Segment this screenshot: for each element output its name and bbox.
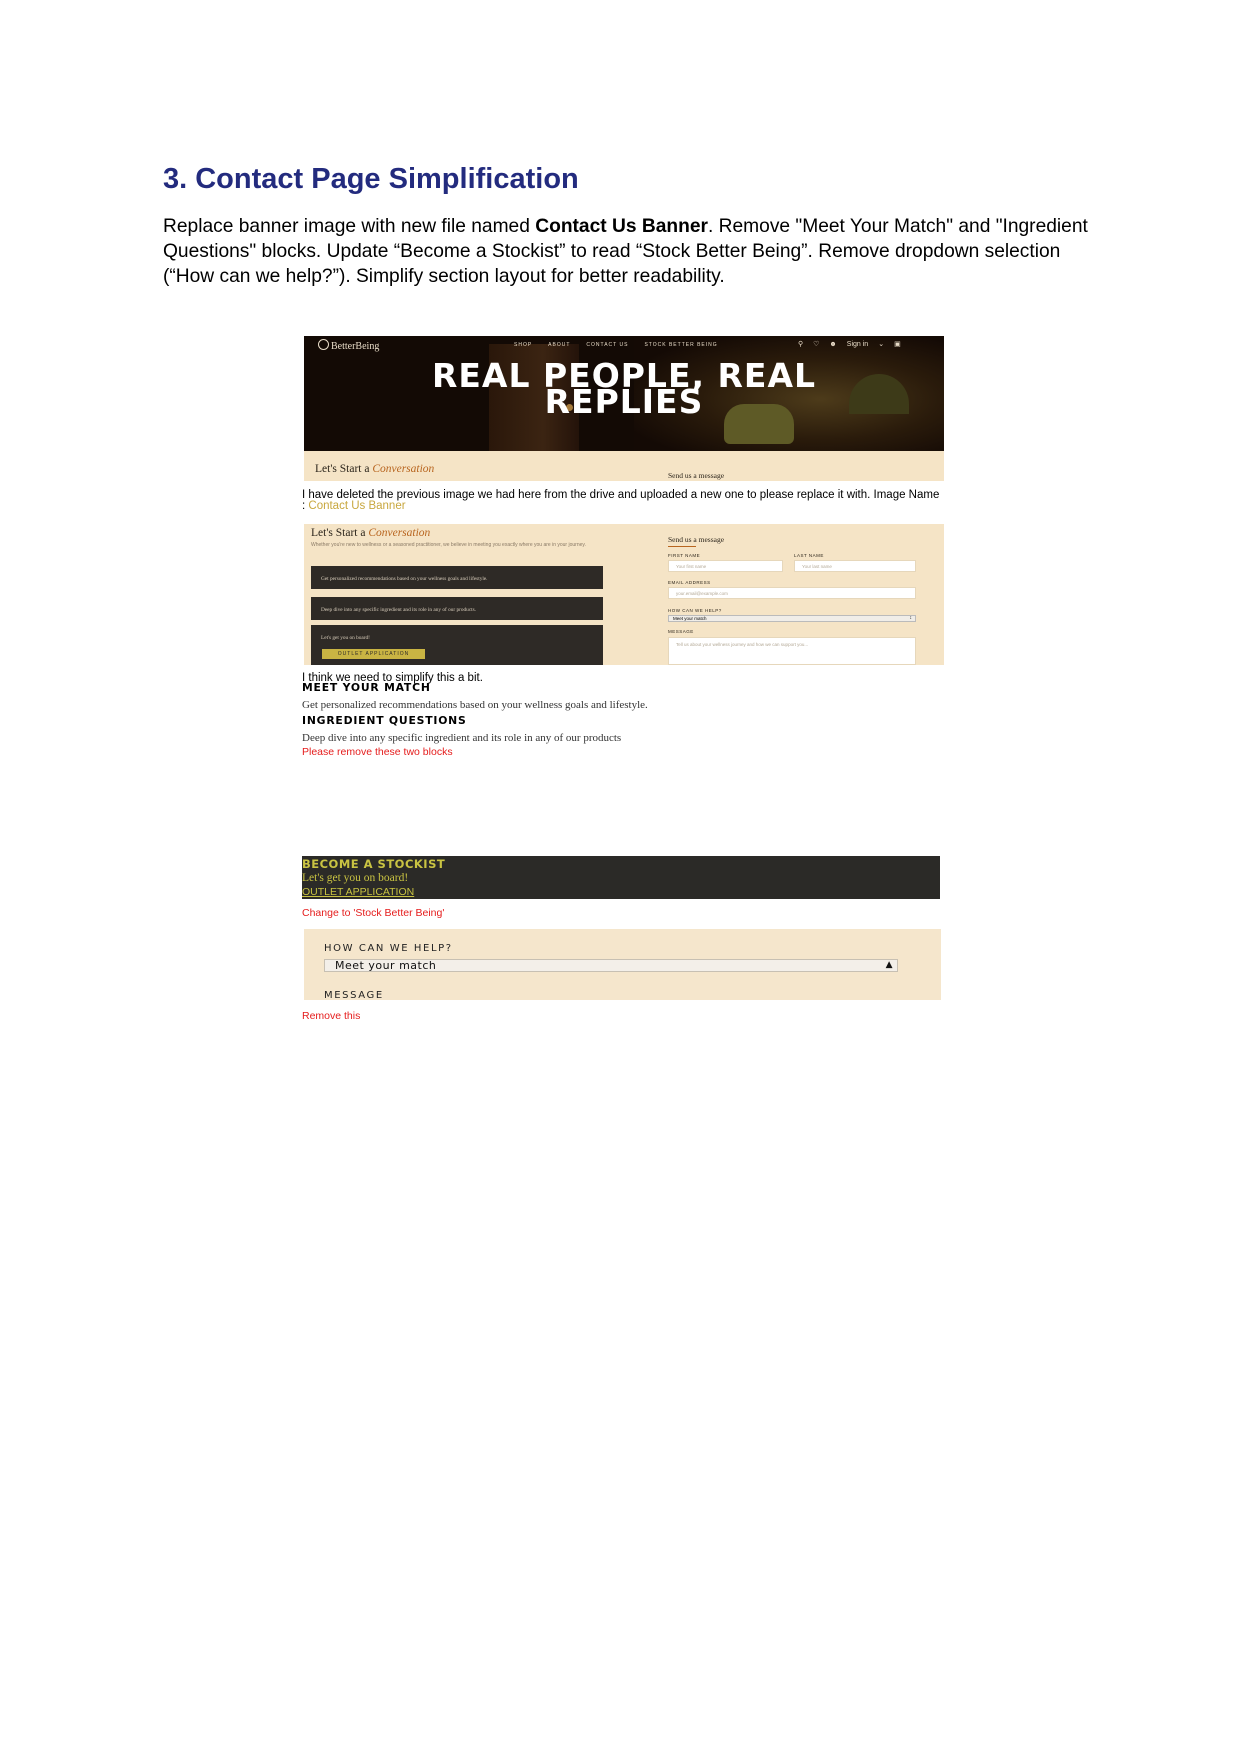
logo-icon: [318, 339, 329, 350]
form-right-title: Send us a message: [668, 535, 725, 544]
email-label: EMAIL ADDRESS: [668, 580, 711, 585]
block-meet-match-text: Get personalized recommendations based o…: [321, 576, 488, 582]
help-label: HOW CAN WE HELP?: [668, 608, 722, 613]
form-title-italic: Conversation: [368, 527, 431, 539]
block-meet-match[interactable]: Get personalized recommendations based o…: [311, 566, 603, 589]
last-name-label: LAST NAME: [794, 553, 824, 558]
meet-match-title: MEET YOUR MATCH: [302, 681, 431, 694]
message-label-large: MESSAGE: [324, 990, 384, 1001]
section-heading: 3. Contact Page Simplification: [163, 163, 579, 195]
ingredient-text: Deep dive into any specific ingredient a…: [302, 732, 622, 744]
banner-screenshot: BetterBeing SHOP ABOUT CONTACT US STOCK …: [304, 336, 944, 451]
stockist-note: Change to 'Stock Better Being': [302, 907, 445, 919]
nav-about[interactable]: ABOUT: [548, 342, 570, 348]
dropdown-arrow-icon: ▲︎: [885, 960, 893, 970]
title-underline: [668, 546, 696, 547]
search-icon[interactable]: ⚲: [798, 340, 803, 348]
meet-match-text: Get personalized recommendations based o…: [302, 699, 648, 711]
contact-form-screenshot: Let's Start a Conversation Whether you'r…: [304, 524, 944, 665]
message-label: MESSAGE: [668, 629, 694, 634]
nav-stock[interactable]: STOCK BETTER BEING: [644, 342, 717, 348]
strip-title: Let's Start a Conversation: [315, 463, 434, 475]
intro-bold: Contact Us Banner: [535, 216, 708, 237]
chevron-down-icon[interactable]: ⌄: [878, 340, 884, 348]
intro-paragraph: Replace banner image with new file named…: [163, 214, 1093, 289]
form-subtitle: Whether you're new to wellness or a seas…: [311, 542, 586, 548]
first-name-label: FIRST NAME: [668, 553, 701, 558]
heart-icon[interactable]: ♡: [813, 340, 819, 348]
user-icon[interactable]: ☻: [829, 341, 836, 348]
email-field[interactable]: your.email@example.com: [668, 587, 916, 599]
logo-text: BetterBeing: [331, 341, 380, 352]
stockist-subtitle: Let's get you on board!: [302, 872, 409, 884]
stockist-screenshot: BECOME A STOCKIST Let's get you on board…: [302, 856, 940, 899]
intro-text-1: Replace banner image with new file named: [163, 216, 536, 237]
block-ingredient[interactable]: Deep dive into any specific ingredient a…: [311, 597, 603, 620]
remove-note: Remove this: [302, 1010, 361, 1022]
message-textarea[interactable]: Tell us about your wellness journey and …: [668, 637, 916, 665]
banner-strip: Let's Start a Conversation Send us a mes…: [304, 451, 944, 481]
cart-icon[interactable]: ▣: [894, 340, 901, 348]
strip-title-italic: Conversation: [372, 463, 435, 475]
help-dropdown-value: Meet your match: [335, 959, 437, 972]
stockist-title: BECOME A STOCKIST: [302, 857, 446, 871]
banner-title-line2: REPLIES: [544, 382, 704, 421]
remove-blocks-note: Please remove these two blocks: [302, 746, 453, 758]
strip-right: Send us a message: [668, 471, 725, 480]
block-stockist: Let's get you on board! OUTLET APPLICATI…: [311, 625, 603, 665]
nav-icons: ⚲ ♡ ☻ Sign in ⌄ ▣: [798, 340, 901, 349]
help-dropdown[interactable]: Meet your match ▲︎: [324, 959, 898, 972]
block-stockist-text: Let's get you on board!: [321, 635, 370, 641]
strip-title-text: Let's Start a: [315, 463, 373, 475]
nav-links: SHOP ABOUT CONTACT US STOCK BETTER BEING: [514, 342, 718, 348]
first-name-field[interactable]: Your first name: [668, 560, 783, 572]
sign-in-link[interactable]: Sign in: [847, 341, 868, 348]
help-screenshot: HOW CAN WE HELP? Meet your match ▲︎ MESSA…: [304, 929, 941, 1001]
site-nav: BetterBeing SHOP ABOUT CONTACT US STOCK …: [304, 336, 944, 354]
outlet-application-link[interactable]: OUTLET APPLICATION: [302, 886, 414, 898]
form-title-text: Let's Start a: [311, 527, 369, 539]
site-logo[interactable]: BetterBeing: [318, 339, 379, 352]
ingredient-title: INGREDIENT QUESTIONS: [302, 714, 467, 727]
last-name-field[interactable]: Your last name: [794, 560, 916, 572]
note-image-highlight: Contact Us Banner: [308, 500, 406, 512]
help-label-large: HOW CAN WE HELP?: [324, 943, 453, 954]
nav-contact[interactable]: CONTACT US: [586, 342, 628, 348]
nav-shop[interactable]: SHOP: [514, 342, 532, 348]
block-ingredient-text: Deep dive into any specific ingredient a…: [321, 607, 477, 613]
form-title: Let's Start a Conversation: [311, 527, 430, 539]
note-image: I have deleted the previous image we had…: [302, 489, 942, 512]
help-select[interactable]: Meet your match: [668, 615, 916, 622]
outlet-application-button[interactable]: OUTLET APPLICATION: [322, 649, 425, 659]
